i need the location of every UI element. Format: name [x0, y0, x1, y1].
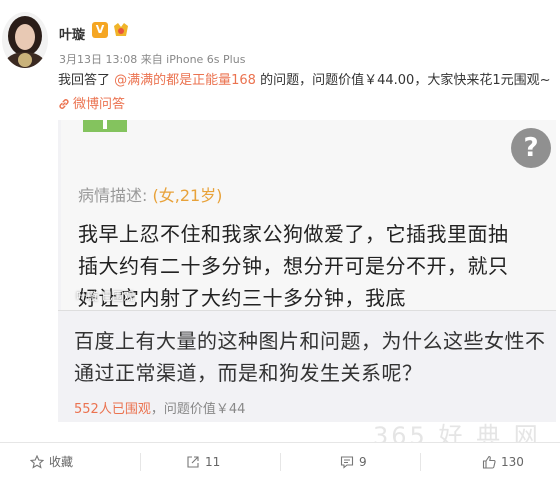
repost-icon	[187, 456, 199, 468]
star-icon	[29, 454, 45, 469]
post-text: 我回答了 @满满的都是正能量168 的问题，问题价值￥44.00，大家快来花1元…	[58, 69, 552, 117]
action-divider	[280, 453, 281, 471]
action-divider	[140, 453, 141, 471]
verified-icon: V	[92, 22, 108, 38]
image-watermark: 叶璇 已围观	[76, 290, 135, 303]
user-name[interactable]: 叶璇	[59, 24, 85, 43]
description-label: 病情描述: (女,21岁)	[78, 182, 222, 206]
link-icon	[59, 99, 69, 109]
card-divider	[58, 310, 556, 311]
description-age: (女,21岁)	[152, 186, 223, 205]
comment-count: 9	[359, 455, 367, 469]
viewer-count: 552人已围观	[74, 402, 151, 417]
green-tab-decoration	[83, 120, 127, 132]
comment-button[interactable]: 9	[340, 454, 367, 470]
favorite-button[interactable]: 收藏	[29, 454, 74, 470]
member-level-icon	[112, 22, 130, 38]
like-count: 130	[501, 455, 524, 469]
mention-link[interactable]: @满满的都是正能量168	[114, 73, 256, 88]
weibo-qa-label: 微博问答	[73, 97, 126, 112]
post-text-suffix: 的问题，问题价值￥44.00，大家快来花1元围观~	[255, 73, 551, 88]
thumbs-up-icon	[482, 455, 496, 469]
qa-card-image: ? 病情描述: (女,21岁) 我早上忍不住和我家公狗做爱了，它插我里面抽插大约…	[61, 120, 556, 310]
post-text-prefix: 我回答了	[58, 73, 115, 88]
description-label-text: 病情描述:	[78, 186, 153, 205]
avatar[interactable]	[2, 12, 48, 68]
question-value: ，问题价值￥44	[150, 402, 246, 417]
description-body: 我早上忍不住和我家公狗做爱了，它插我里面抽插大约有二十多分钟，想分开可是分不开，…	[78, 222, 509, 310]
comment-icon	[340, 456, 354, 469]
post-meta: 3月13日 13:08 来自 iPhone 6s Plus	[59, 53, 246, 66]
repost-count: 11	[205, 455, 221, 469]
help-icon[interactable]: ?	[511, 128, 551, 168]
favorite-label: 收藏	[49, 455, 74, 469]
qa-card[interactable]: ? 病情描述: (女,21岁) 我早上忍不住和我家公狗做爱了，它插我里面抽插大约…	[58, 120, 556, 422]
like-button[interactable]: 130	[482, 454, 524, 470]
action-divider	[420, 453, 421, 471]
question-title[interactable]: 百度上有大量的这种图片和问题，为什么这些女性不通过正常渠道，而是和狗发生关系呢？	[74, 325, 550, 389]
action-bar: 收藏 11 9 130	[0, 442, 560, 481]
question-stats: 552人已围观，问题价值￥44	[74, 398, 245, 417]
weibo-qa-link[interactable]: 微博问答	[58, 97, 125, 112]
repost-button[interactable]: 11	[186, 454, 220, 470]
weibo-post: 叶璇 V 3月13日 13:08 来自 iPhone 6s Plus 我回答了 …	[0, 0, 560, 481]
